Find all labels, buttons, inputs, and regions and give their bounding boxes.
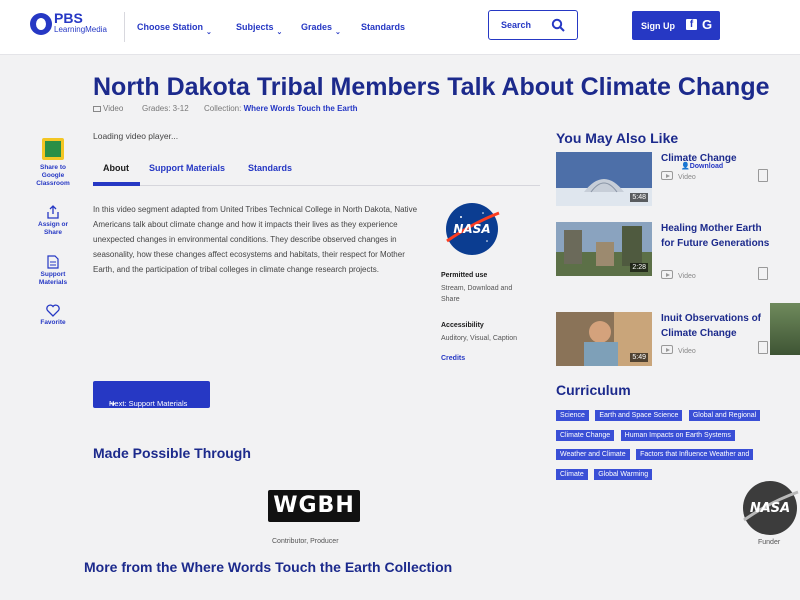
nav-standards[interactable]: Standards	[361, 22, 405, 32]
facebook-icon: f	[686, 19, 697, 30]
curriculum-heading: Curriculum	[556, 382, 631, 398]
chevron-down-icon: ⌄	[335, 29, 341, 36]
heart-icon	[46, 304, 60, 317]
svg-text:NASA: NASA	[750, 501, 790, 516]
support-materials-button[interactable]: Support Materials	[34, 255, 72, 287]
collection-link[interactable]: Where Words Touch the Earth	[244, 104, 358, 113]
assign-or-share-button[interactable]: Assign or Share	[34, 205, 72, 237]
video-player-loading: Loading video player...	[93, 131, 179, 141]
nav-choose-station[interactable]: Choose Station⌄	[137, 22, 212, 36]
related-thumbnail-3[interactable]: 5:49	[556, 312, 652, 366]
curriculum-tag[interactable]: Science	[556, 410, 589, 421]
video-icon	[93, 106, 101, 112]
curriculum-tag[interactable]: Global Warming	[594, 468, 653, 480]
permitted-use-value: Stream, Download and Share	[441, 285, 513, 303]
related-thumbnail-2[interactable]: 2:28	[556, 222, 652, 276]
nav-subjects[interactable]: Subjects⌄	[236, 22, 282, 36]
tab-about[interactable]: About	[103, 163, 129, 173]
curriculum-tag[interactable]: Human Impacts on Earth Systems	[620, 429, 735, 441]
google-icon: G	[702, 17, 713, 32]
media-type: Video	[93, 104, 123, 113]
grade-range: Grades: 3-12	[142, 104, 189, 113]
funder-role: Funder	[758, 539, 781, 546]
sign-up-button[interactable]: Sign Up f G	[632, 11, 720, 40]
video-description: In this video segment adapted from Unite…	[93, 205, 418, 274]
page-title: North Dakota Tribal Members Talk About C…	[93, 73, 770, 101]
active-tab-indicator	[93, 182, 140, 186]
document-icon	[758, 341, 768, 354]
document-icon	[47, 255, 59, 269]
next-support-materials-button[interactable]: Next: Support Materials ➔	[93, 381, 210, 408]
logo-main-text: PBS	[54, 10, 83, 26]
share-to-google-classroom-button[interactable]: Share to Google Classroom	[34, 138, 72, 188]
permitted-use-label: Permitted use	[441, 272, 488, 279]
search-button[interactable]: Search	[488, 10, 578, 40]
contributor-role: Contributor, Producer	[272, 538, 339, 545]
made-possible-heading: Made Possible Through	[93, 445, 251, 461]
nav-grades[interactable]: Grades⌄	[301, 22, 341, 36]
curriculum-tag[interactable]: Weather and Climate	[556, 449, 630, 460]
search-label: Search	[501, 20, 532, 30]
related-thumbnail-1[interactable]: 5:48	[556, 152, 652, 206]
accessibility-value: Auditory, Visual, Caption	[441, 335, 518, 342]
google-classroom-icon	[42, 138, 64, 160]
curriculum-tag[interactable]: Earth and Space Science	[595, 410, 683, 421]
video-icon	[661, 345, 673, 354]
nav-divider	[124, 12, 125, 42]
collection-meta: Collection: Where Words Touch the Earth	[204, 104, 358, 113]
download-link[interactable]: 👤Download	[681, 162, 723, 170]
video-icon	[661, 171, 673, 180]
you-may-also-like-heading: You May Also Like	[556, 130, 679, 146]
related-type-2: Video	[661, 270, 696, 280]
related-type-1: Video	[661, 171, 696, 181]
document-icon	[758, 267, 768, 280]
tab-support-materials[interactable]: Support Materials	[149, 163, 225, 173]
chevron-down-icon: ⌄	[206, 29, 212, 36]
person-icon: 👤	[681, 163, 690, 170]
svg-text:NASA: NASA	[453, 222, 490, 236]
related-type-3: Video	[661, 345, 696, 355]
search-icon	[551, 18, 565, 32]
pbs-head-icon	[30, 13, 52, 35]
tab-standards[interactable]: Standards	[248, 163, 292, 173]
share-icon	[47, 205, 59, 219]
video-duration: 5:49	[630, 353, 648, 362]
video-duration: 2:28	[630, 263, 648, 272]
related-title-3[interactable]: Inuit Observations of Climate Change	[661, 312, 773, 341]
wgbh-logo[interactable]: WGBH	[268, 490, 360, 522]
content-tabs: About Support Materials Standards	[93, 160, 540, 186]
top-nav-bar: PBS LearningMedia Choose Station⌄ Subjec…	[0, 0, 800, 55]
arrow-right-icon: ➔	[109, 399, 116, 408]
pbs-learningmedia-logo[interactable]: PBS LearningMedia	[30, 10, 107, 36]
partial-thumbnail	[770, 303, 800, 355]
video-duration: 5:48	[630, 193, 648, 202]
favorite-button[interactable]: Favorite	[34, 304, 72, 327]
related-title-2[interactable]: Healing Mother Earth for Future Generati…	[661, 222, 773, 251]
logo-sub-text: LearningMedia	[54, 25, 107, 34]
nasa-logo: NASA	[446, 203, 500, 255]
more-from-collection-heading: More from the Where Words Touch the Eart…	[84, 559, 453, 575]
document-icon	[758, 169, 768, 182]
accessibility-label: Accessibility	[441, 322, 484, 329]
nasa-funder-logo[interactable]: NASA	[740, 480, 800, 536]
chevron-down-icon: ⌄	[276, 29, 283, 36]
sign-up-label: Sign Up	[641, 21, 675, 31]
curriculum-tags: Science Earth and Space Science Global a…	[556, 404, 766, 482]
video-icon	[661, 270, 673, 279]
credits-link[interactable]: Credits	[441, 355, 465, 362]
